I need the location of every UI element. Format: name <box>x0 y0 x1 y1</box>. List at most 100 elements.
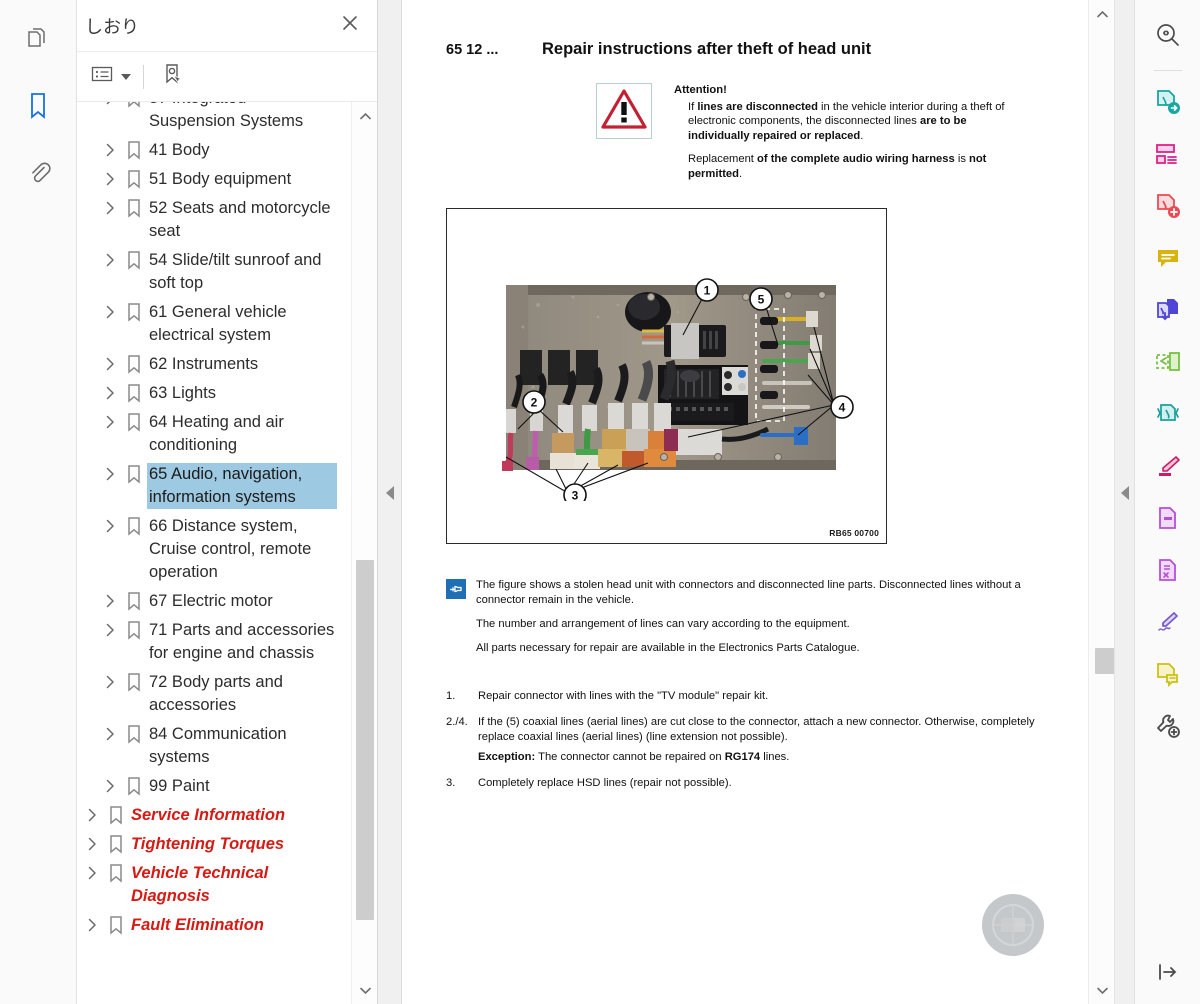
create-pdf-tool[interactable] <box>1145 185 1191 231</box>
bookmark-label: 51 Body equipment <box>149 170 292 188</box>
doc-scroll-up-button[interactable] <box>1089 0 1114 28</box>
bookmark-item[interactable]: 51 Body equipment <box>81 165 351 194</box>
document-scrollbar[interactable] <box>1088 0 1114 1004</box>
stamp-note-icon <box>1154 660 1182 693</box>
sidebar-item-attachments[interactable] <box>16 152 60 196</box>
options-list-icon <box>91 65 113 88</box>
expand-chevron-icon[interactable] <box>99 168 121 186</box>
comment-icon <box>1154 244 1182 277</box>
redact-tool[interactable] <box>1145 497 1191 543</box>
bookmark-icon <box>121 463 147 484</box>
collapse-tools-panel-button[interactable] <box>1135 963 1200 986</box>
expand-chevron-icon[interactable] <box>81 914 103 932</box>
toolbar-divider <box>1153 70 1182 71</box>
doc-scrollbar-track[interactable] <box>1093 28 1114 976</box>
panel-title: しおり <box>85 16 139 37</box>
fill-and-sign-tool[interactable] <box>1145 601 1191 647</box>
bookmark-options-button[interactable] <box>85 62 119 92</box>
expand-chevron-icon[interactable] <box>99 775 121 793</box>
bookmark-item[interactable]: 65 Audio, navigation, information system… <box>81 460 351 512</box>
crop-pages-tool[interactable] <box>1145 341 1191 387</box>
protect-tool[interactable] <box>1145 393 1191 439</box>
bookmark-item[interactable]: 41 Body <box>81 136 351 165</box>
left-splitter[interactable] <box>378 0 402 1004</box>
combine-files-icon <box>1154 296 1182 329</box>
combine-files-tool[interactable] <box>1145 289 1191 335</box>
bookmark-item[interactable]: Service Information <box>81 801 351 830</box>
expand-chevron-icon[interactable] <box>99 197 121 215</box>
bookmark-label: 71 Parts and accessories for engine and … <box>149 621 335 662</box>
bookmark-item[interactable]: 66 Distance system, Cruise control, remo… <box>81 512 351 587</box>
stamp-tool[interactable] <box>1145 653 1191 699</box>
scroll-up-button[interactable] <box>352 102 377 130</box>
comment-tool[interactable] <box>1145 237 1191 283</box>
step-text: If the (5) coaxial lines (aerial lines) … <box>478 716 1035 743</box>
scrollbar-thumb[interactable] <box>356 560 374 920</box>
expand-chevron-icon[interactable] <box>99 411 121 429</box>
expand-chevron-icon[interactable] <box>99 382 121 400</box>
bookmark-label: Tightening Torques <box>131 835 285 853</box>
expand-chevron-icon[interactable] <box>99 139 121 157</box>
bookmark-item[interactable]: 64 Heating and air conditioning <box>81 408 351 460</box>
bookmark-item[interactable]: Vehicle Technical Diagnosis <box>81 859 351 911</box>
bookmark-item[interactable]: 52 Seats and motorcycle seat <box>81 194 351 246</box>
expand-chevron-icon[interactable] <box>99 463 121 481</box>
bookmark-item[interactable]: 99 Paint <box>81 772 351 801</box>
bookmark-label: 61 General vehicle electrical system <box>149 303 287 344</box>
technical-figure: 1 2 3 4 5 RB65 00700 <box>446 208 887 544</box>
doc-scroll-down-button[interactable] <box>1089 976 1114 1004</box>
bookmark-item[interactable]: 72 Body parts and accessories <box>81 668 351 720</box>
expand-chevron-icon[interactable] <box>99 353 121 371</box>
close-panel-button[interactable] <box>337 13 363 39</box>
note-line-3: All parts necessary for repair are avail… <box>476 642 860 654</box>
expand-chevron-icon[interactable] <box>99 249 121 267</box>
organize-pages-tool[interactable] <box>1145 133 1191 179</box>
bookmark-item[interactable]: Fault Elimination <box>81 911 351 940</box>
bookmark-item[interactable]: Tightening Torques <box>81 830 351 859</box>
expand-chevron-icon[interactable] <box>81 833 103 851</box>
export-pdf-tool[interactable] <box>1145 81 1191 127</box>
scrollbar-track[interactable] <box>356 130 374 976</box>
chevron-down-icon[interactable] <box>121 73 131 80</box>
step-text-wrap: Repair connector with lines with the "TV… <box>478 689 768 704</box>
head-unit-photo: 1 2 3 4 5 <box>502 278 854 501</box>
compare-files-tool[interactable] <box>1145 549 1191 595</box>
bookmark-item[interactable]: 37 Integrated Suspension Systems <box>81 102 351 136</box>
expand-chevron-icon[interactable] <box>99 671 121 689</box>
doc-scrollbar-thumb[interactable] <box>1095 648 1114 674</box>
expand-chevron-icon[interactable] <box>99 619 121 637</box>
collapse-right-panel-button[interactable] <box>1119 485 1131 506</box>
right-splitter[interactable] <box>1114 0 1134 1004</box>
edit-pdf-tool[interactable] <box>1145 445 1191 491</box>
bookmarks-scrollbar[interactable] <box>351 102 377 1004</box>
expand-chevron-icon[interactable] <box>99 301 121 319</box>
expand-chevron-icon[interactable] <box>99 723 121 741</box>
expand-chevron-icon[interactable] <box>81 804 103 822</box>
note-text: The figure shows a stolen head unit with… <box>476 578 1044 665</box>
bookmark-item[interactable]: 61 General vehicle electrical system <box>81 298 351 350</box>
note-line-1: The figure shows a stolen head unit with… <box>476 579 1021 606</box>
expand-chevron-icon[interactable] <box>81 862 103 880</box>
sidebar-item-bookmarks[interactable] <box>16 86 60 130</box>
bookmark-item[interactable]: 71 Parts and accessories for engine and … <box>81 616 351 668</box>
bookmark-item[interactable]: 67 Electric motor <box>81 587 351 616</box>
expand-chevron-icon[interactable] <box>99 590 121 608</box>
scroll-down-button[interactable] <box>352 976 377 1004</box>
attn-p2-bold-1: of the complete audio wiring harness <box>757 153 955 165</box>
expand-chevron-icon[interactable] <box>99 515 121 533</box>
sidebar-item-page-thumbnails[interactable] <box>16 20 60 64</box>
bookmark-item[interactable]: 54 Slide/tilt sunroof and soft top <box>81 246 351 298</box>
expand-chevron-icon[interactable] <box>99 102 121 105</box>
collapse-left-panel-button[interactable] <box>384 485 396 506</box>
bookmark-item[interactable]: 84 Communication systems <box>81 720 351 772</box>
bookmark-icon <box>121 301 147 322</box>
bookmark-item[interactable]: 63 Lights <box>81 379 351 408</box>
search-zoom-tool[interactable] <box>1145 14 1191 60</box>
bookmark-icon <box>121 775 147 796</box>
document-view: 65 12 ... Repair instructions after thef… <box>402 0 1114 1004</box>
attn-p1-pre: If <box>688 100 698 113</box>
more-tools-button[interactable] <box>1145 705 1191 751</box>
warning-triangle-icon <box>601 88 647 135</box>
bookmark-item[interactable]: 62 Instruments <box>81 350 351 379</box>
new-bookmark-button[interactable] <box>156 62 190 92</box>
